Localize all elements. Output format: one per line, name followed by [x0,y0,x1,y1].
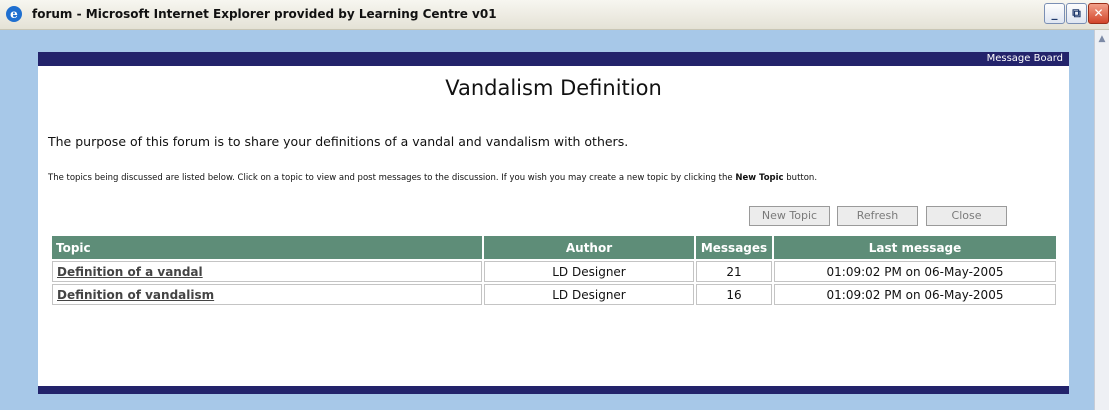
new-topic-button[interactable]: New Topic [749,206,830,226]
message-board-page: Message Board Vandalism Definition The p… [38,52,1069,394]
page-title: Vandalism Definition [445,76,662,100]
column-header-author[interactable]: Author [484,236,694,259]
minimize-button[interactable]: _ [1044,3,1065,24]
vertical-scrollbar[interactable]: ▲ [1094,30,1109,410]
topic-link[interactable]: Definition of a vandal [57,265,203,279]
restore-button[interactable]: ⧉ [1066,3,1087,24]
page-footer-bar [38,386,1069,394]
messages-count-cell: 16 [696,284,772,305]
close-window-button[interactable]: ✕ [1088,3,1109,24]
page-header-bar: Message Board [38,52,1069,66]
instructions-new-topic: New Topic [735,173,784,183]
topics-table: Topic Author Messages Last message Defin… [50,234,1058,307]
scroll-up-arrow-icon[interactable]: ▲ [1096,32,1108,46]
column-header-last-message[interactable]: Last message [774,236,1056,259]
table-header-row: Topic Author Messages Last message [52,236,1056,259]
refresh-button[interactable]: Refresh [837,206,918,226]
messages-count-cell: 21 [696,261,772,282]
window-title: forum - Microsoft Internet Explorer prov… [32,7,497,21]
author-cell: LD Designer [484,261,694,282]
column-header-messages[interactable]: Messages [696,236,772,259]
table-row: Definition of a vandal LD Designer 21 01… [52,261,1056,282]
instructions-prefix: The topics being discussed are listed be… [48,173,736,183]
close-button[interactable]: Close [926,206,1007,226]
ie-icon[interactable]: e [6,6,22,22]
message-board-label: Message Board [986,53,1063,64]
author-cell: LD Designer [484,284,694,305]
forum-purpose-text: The purpose of this forum is to share yo… [48,134,629,149]
window-title-bar[interactable]: e forum - Microsoft Internet Explorer pr… [0,0,1109,30]
table-row: Definition of vandalism LD Designer 16 0… [52,284,1056,305]
last-message-cell: 01:09:02 PM on 06-May-2005 [774,261,1056,282]
last-message-cell: 01:09:02 PM on 06-May-2005 [774,284,1056,305]
forum-instructions: The topics being discussed are listed be… [48,173,817,183]
topic-cell: Definition of vandalism [52,284,482,305]
topic-cell: Definition of a vandal [52,261,482,282]
topic-link[interactable]: Definition of vandalism [57,288,214,302]
instructions-suffix: button. [783,173,818,183]
column-header-topic[interactable]: Topic [52,236,482,259]
